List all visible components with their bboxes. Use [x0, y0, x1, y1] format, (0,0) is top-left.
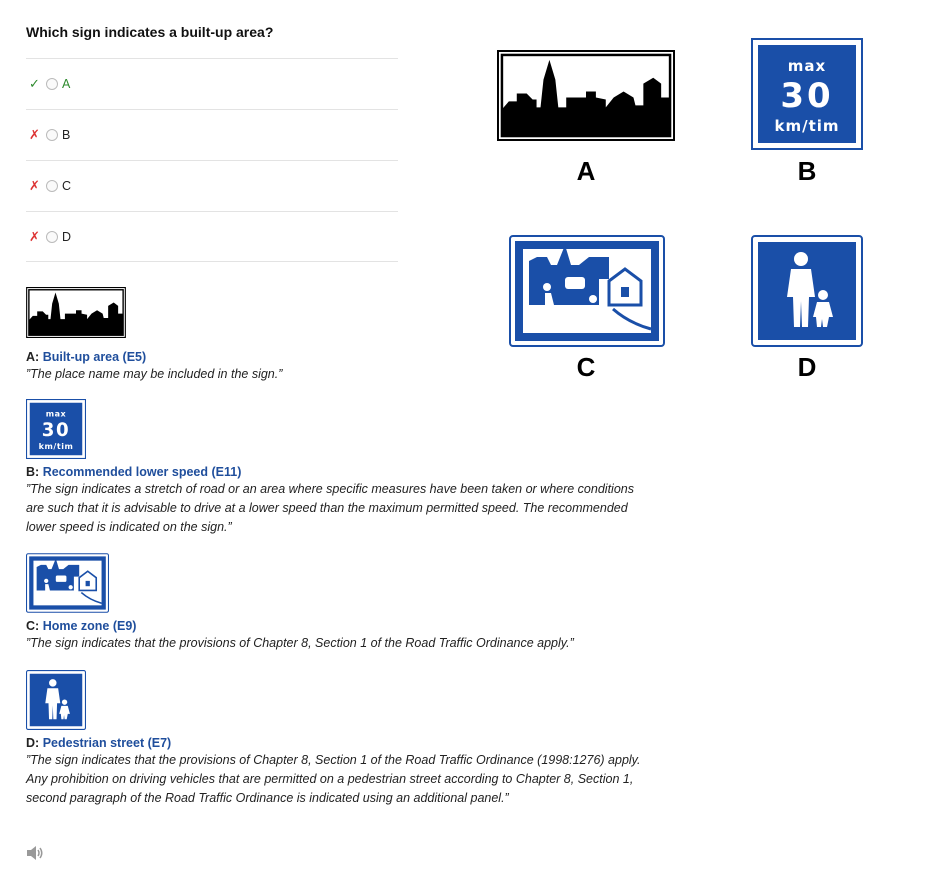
sign-description: ”The sign indicates a stretch of road or…	[26, 482, 634, 534]
option-label: D	[62, 229, 72, 244]
explanation-b: B: Recommended lower speed (E11) ”The si…	[26, 399, 646, 537]
wrong-cross-icon: ✗	[29, 228, 40, 244]
sign-label-d: D	[797, 352, 817, 382]
explanation-letter: C:	[26, 619, 40, 633]
radio-button[interactable]	[46, 129, 58, 141]
radio-button[interactable]	[46, 78, 58, 90]
speed-sign-icon	[26, 399, 86, 459]
explanation-letter: B:	[26, 465, 40, 479]
option-b[interactable]: ✗ B	[26, 109, 398, 160]
speed-sign-icon[interactable]	[751, 38, 863, 150]
question-title: Which sign indicates a built-up area?	[26, 24, 274, 40]
sign-name-link[interactable]: Built-up area (E5)	[43, 350, 147, 364]
option-label: C	[62, 179, 72, 193]
option-d[interactable]: ✗ D	[26, 211, 398, 262]
option-label: A	[62, 77, 71, 91]
sign-name-link[interactable]: Recommended lower speed (E11)	[43, 465, 242, 479]
sign-label-b: B	[797, 156, 817, 186]
sign-name-link[interactable]: Home zone (E9)	[43, 619, 137, 633]
option-label: B	[62, 128, 71, 142]
sign-description: ”The sign indicates that the provisions …	[26, 636, 574, 650]
built-up-area-sign-icon[interactable]	[497, 50, 675, 141]
pedestrian-sign-icon	[26, 670, 86, 730]
built-up-area-sign-icon	[26, 287, 126, 338]
wrong-cross-icon: ✗	[29, 178, 40, 193]
radio-button[interactable]	[46, 230, 58, 243]
explanation-d: D: Pedestrian street (E7) ”The sign indi…	[26, 670, 646, 808]
explanation-c: C: Home zone (E9) ”The sign indicates th…	[26, 553, 646, 653]
sign-label-c: C	[576, 352, 596, 382]
sign-name-link[interactable]: Pedestrian street (E7)	[43, 736, 172, 750]
home-zone-sign-icon	[26, 553, 109, 613]
option-a[interactable]: ✓ A	[26, 58, 398, 109]
radio-button[interactable]	[46, 180, 58, 192]
explanation-letter: D:	[26, 736, 40, 750]
sign-label-a: A	[576, 156, 596, 186]
sign-description: ”The place name may be included in the s…	[26, 367, 283, 381]
speaker-icon[interactable]	[26, 845, 44, 861]
answer-options: ✓ A ✗ B ✗ C ✗ D	[26, 58, 398, 262]
sign-description: ”The sign indicates that the provisions …	[26, 753, 641, 805]
option-c[interactable]: ✗ C	[26, 160, 398, 211]
home-zone-sign-icon[interactable]	[509, 235, 665, 347]
explanation-letter: A:	[26, 350, 40, 364]
correct-check-icon: ✓	[29, 76, 40, 91]
wrong-cross-icon: ✗	[29, 127, 40, 142]
pedestrian-sign-icon[interactable]	[751, 235, 863, 347]
